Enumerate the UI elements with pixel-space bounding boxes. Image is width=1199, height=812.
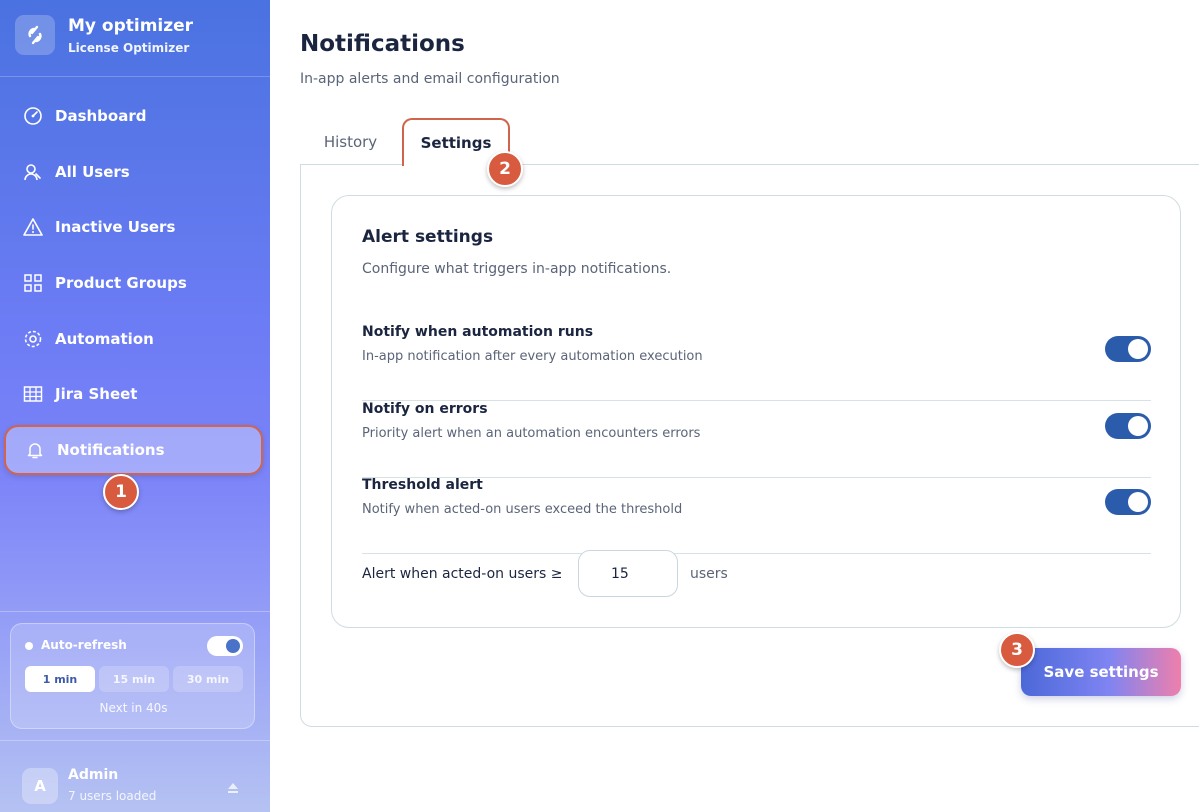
interval-1-min[interactable]: 1 min (25, 666, 95, 692)
step-badge-3: 3 (999, 632, 1035, 668)
eject-icon[interactable] (226, 780, 240, 794)
setting-description: Notify when acted-on users exceed the th… (362, 502, 683, 517)
sidebar-item-label: All Users (55, 163, 130, 181)
page-subtitle: In-app alerts and email configuration (300, 71, 560, 87)
step-badge-1: 1 (103, 474, 139, 510)
card-subtitle: Configure what triggers in-app notificat… (362, 261, 672, 277)
divider (0, 611, 270, 612)
threshold-toggle[interactable] (1105, 489, 1151, 515)
card-title: Alert settings (362, 227, 494, 247)
sidebar-item-automation[interactable]: Automation (4, 314, 263, 364)
setting-title: Notify on errors (362, 401, 488, 417)
sidebar-item-product-groups[interactable]: Product Groups (4, 258, 263, 308)
threshold-unit: users (690, 566, 728, 582)
auto-refresh-label: Auto-refresh (41, 638, 127, 652)
user-status: 7 users loaded (68, 789, 157, 803)
setting-title: Notify when automation runs (362, 324, 594, 340)
user-name: Admin (68, 767, 119, 783)
gear-icon (22, 328, 44, 350)
sidebar-item-label: Automation (55, 330, 154, 348)
setting-description: In-app notification after every automati… (362, 349, 703, 364)
setting-errors: Notify on errors Priority alert when an … (362, 401, 1151, 478)
logo-icon (15, 15, 55, 55)
sidebar-item-label: Dashboard (55, 107, 147, 125)
warning-icon (22, 216, 44, 238)
interval-15-min[interactable]: 15 min (99, 666, 169, 692)
interval-30-min[interactable]: 30 min (173, 666, 243, 692)
brand: My optimizer License Optimizer (0, 0, 270, 77)
sidebar-item-all-users[interactable]: All Users (4, 147, 263, 197)
sidebar-item-label: Jira Sheet (55, 385, 138, 403)
setting-description: Priority alert when an automation encoun… (362, 426, 701, 441)
setting-automation-runs: Notify when automation runs In-app notif… (362, 324, 1151, 401)
setting-threshold: Threshold alert Notify when acted-on use… (362, 477, 1151, 554)
sidebar-item-jira-sheet[interactable]: Jira Sheet (4, 369, 263, 419)
tab-history[interactable]: History (303, 118, 398, 166)
avatar: A (22, 768, 58, 804)
brand-subtitle: License Optimizer (68, 41, 190, 55)
sidebar-item-notifications[interactable]: Notifications (4, 425, 263, 475)
sidebar: My optimizer License Optimizer Dashboard… (0, 0, 270, 812)
users-icon (22, 161, 44, 183)
setting-title: Threshold alert (362, 477, 483, 493)
auto-refresh-panel: Auto-refresh 1 min 15 min 30 min Next in… (10, 623, 255, 729)
bell-icon (24, 439, 46, 461)
grid-icon (22, 272, 44, 294)
divider (0, 740, 270, 741)
page-title: Notifications (300, 31, 465, 57)
next-refresh-label: Next in 40s (99, 701, 168, 715)
sidebar-item-label: Product Groups (55, 274, 187, 292)
gauge-icon (22, 105, 44, 127)
threshold-input[interactable] (578, 550, 678, 597)
sidebar-item-dashboard[interactable]: Dashboard (4, 91, 263, 141)
alert-settings-card: Alert settings Configure what triggers i… (331, 195, 1181, 628)
step-badge-2: 2 (487, 151, 523, 187)
sidebar-item-label: Inactive Users (55, 218, 176, 236)
sidebar-item-label: Notifications (57, 441, 165, 459)
auto-refresh-toggle[interactable] (207, 636, 243, 656)
sidebar-item-inactive-users[interactable]: Inactive Users (4, 202, 263, 252)
automation-runs-toggle[interactable] (1105, 336, 1151, 362)
brand-title: My optimizer (68, 16, 194, 36)
errors-toggle[interactable] (1105, 413, 1151, 439)
table-icon (22, 383, 44, 405)
threshold-label: Alert when acted-on users ≥ (362, 566, 563, 582)
save-settings-button[interactable]: Save settings (1021, 648, 1181, 696)
status-dot (25, 642, 33, 650)
